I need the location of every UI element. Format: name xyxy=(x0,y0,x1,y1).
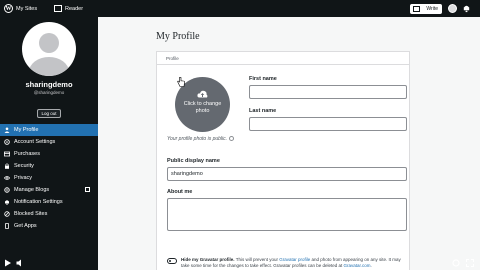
sidebar-item-label: Purchases xyxy=(14,151,40,157)
reader-link[interactable]: Reader xyxy=(54,0,83,17)
card-heading: Profile xyxy=(157,52,409,65)
change-photo-text: Click to change photo xyxy=(175,101,230,115)
person-icon xyxy=(4,127,10,133)
page-title: My Profile xyxy=(156,31,200,42)
wordpress-logo-icon: W xyxy=(4,4,13,13)
block-icon xyxy=(4,211,10,217)
display-name-input[interactable]: sharingdemo xyxy=(167,167,407,181)
display-name-label: Public display name xyxy=(167,158,220,164)
sidebar-item-label: Notification Settings xyxy=(14,199,63,205)
main-content: My Profile Profile Click to change photo… xyxy=(98,17,480,270)
sidebar-item-label: Account Settings xyxy=(14,139,56,145)
avatar-head xyxy=(39,33,59,53)
avatar-icon[interactable] xyxy=(448,4,457,13)
about-me-label: About me xyxy=(167,189,193,195)
sidebar-item-purchases[interactable]: Purchases xyxy=(0,148,98,160)
screen: W My Sites Reader Write sharingdemo @sha… xyxy=(0,0,480,270)
reader-icon xyxy=(54,5,62,12)
change-photo-line1: Click to change xyxy=(183,101,222,107)
sidebar-item-label: Privacy xyxy=(14,175,33,181)
photo-public-text: Your profile photo is public. xyxy=(167,136,228,142)
sidebar-item-my-profile[interactable]: My Profile xyxy=(0,124,98,136)
my-sites-label: My Sites xyxy=(16,5,38,12)
reader-label: Reader xyxy=(65,5,84,12)
avatar-body xyxy=(29,57,69,76)
logout-button[interactable]: Log out xyxy=(37,109,61,118)
pencil-icon xyxy=(413,6,420,12)
sidebar: sharingdemo @sharingdemo Log out My Prof… xyxy=(0,17,98,270)
info-icon[interactable] xyxy=(229,136,235,142)
sidebar-item-notification-settings[interactable]: Notification Settings xyxy=(0,196,98,208)
eye-icon xyxy=(4,176,10,180)
sidebar-item-label: Get Apps xyxy=(14,223,37,229)
last-name-label: Last name xyxy=(249,108,277,114)
sidebar-item-manage-blogs[interactable]: Manage Blogs xyxy=(0,184,98,196)
bell-icon xyxy=(5,200,9,205)
my-sites-link[interactable]: W My Sites xyxy=(4,0,37,17)
first-name-label: First name xyxy=(249,76,277,82)
write-label: Write xyxy=(426,6,438,12)
external-link-icon xyxy=(85,187,90,192)
write-button[interactable]: Write xyxy=(410,4,442,14)
bell-icon[interactable] xyxy=(462,4,471,13)
sidebar-item-security[interactable]: Security xyxy=(0,160,98,172)
lock-icon xyxy=(5,163,9,169)
change-photo-line2: photo xyxy=(195,108,210,114)
blog-icon xyxy=(4,187,10,193)
sidebar-item-label: Security xyxy=(14,163,34,169)
sidebar-item-label: My Profile xyxy=(14,127,39,133)
phone-icon xyxy=(5,223,9,229)
fullscreen-icon[interactable] xyxy=(466,259,474,267)
sidebar-item-get-apps[interactable]: Get Apps xyxy=(0,220,98,232)
last-name-input[interactable] xyxy=(249,117,407,131)
about-me-textarea[interactable] xyxy=(167,198,407,231)
photo-public-note: Your profile photo is public. xyxy=(167,136,235,142)
sidebar-item-blocked-sites[interactable]: Blocked Sites xyxy=(0,208,98,220)
volume-icon[interactable] xyxy=(16,259,24,267)
card-icon xyxy=(4,151,10,157)
hand-cursor-icon xyxy=(177,77,185,87)
sidebar-item-account-settings[interactable]: Account Settings xyxy=(0,136,98,148)
settings-icon[interactable] xyxy=(452,259,460,267)
profile-avatar xyxy=(22,22,76,76)
cloud-upload-icon xyxy=(197,90,208,98)
sidebar-handle: @sharingdemo xyxy=(33,90,65,95)
sidebar-username: sharingdemo xyxy=(25,80,73,89)
sidebar-item-label: Manage Blogs xyxy=(14,187,50,193)
gear-icon xyxy=(4,139,10,145)
sidebar-nav: My Profile Account Settings Purchases Se… xyxy=(0,124,98,232)
masterbar: W My Sites Reader Write xyxy=(0,0,480,17)
sidebar-item-label: Blocked Sites xyxy=(14,211,48,217)
video-controls xyxy=(0,255,480,270)
play-icon[interactable] xyxy=(4,259,12,267)
profile-card: Profile Click to change photo Your profi… xyxy=(156,51,410,270)
first-name-input[interactable] xyxy=(249,85,407,99)
sidebar-item-privacy[interactable]: Privacy xyxy=(0,172,98,184)
